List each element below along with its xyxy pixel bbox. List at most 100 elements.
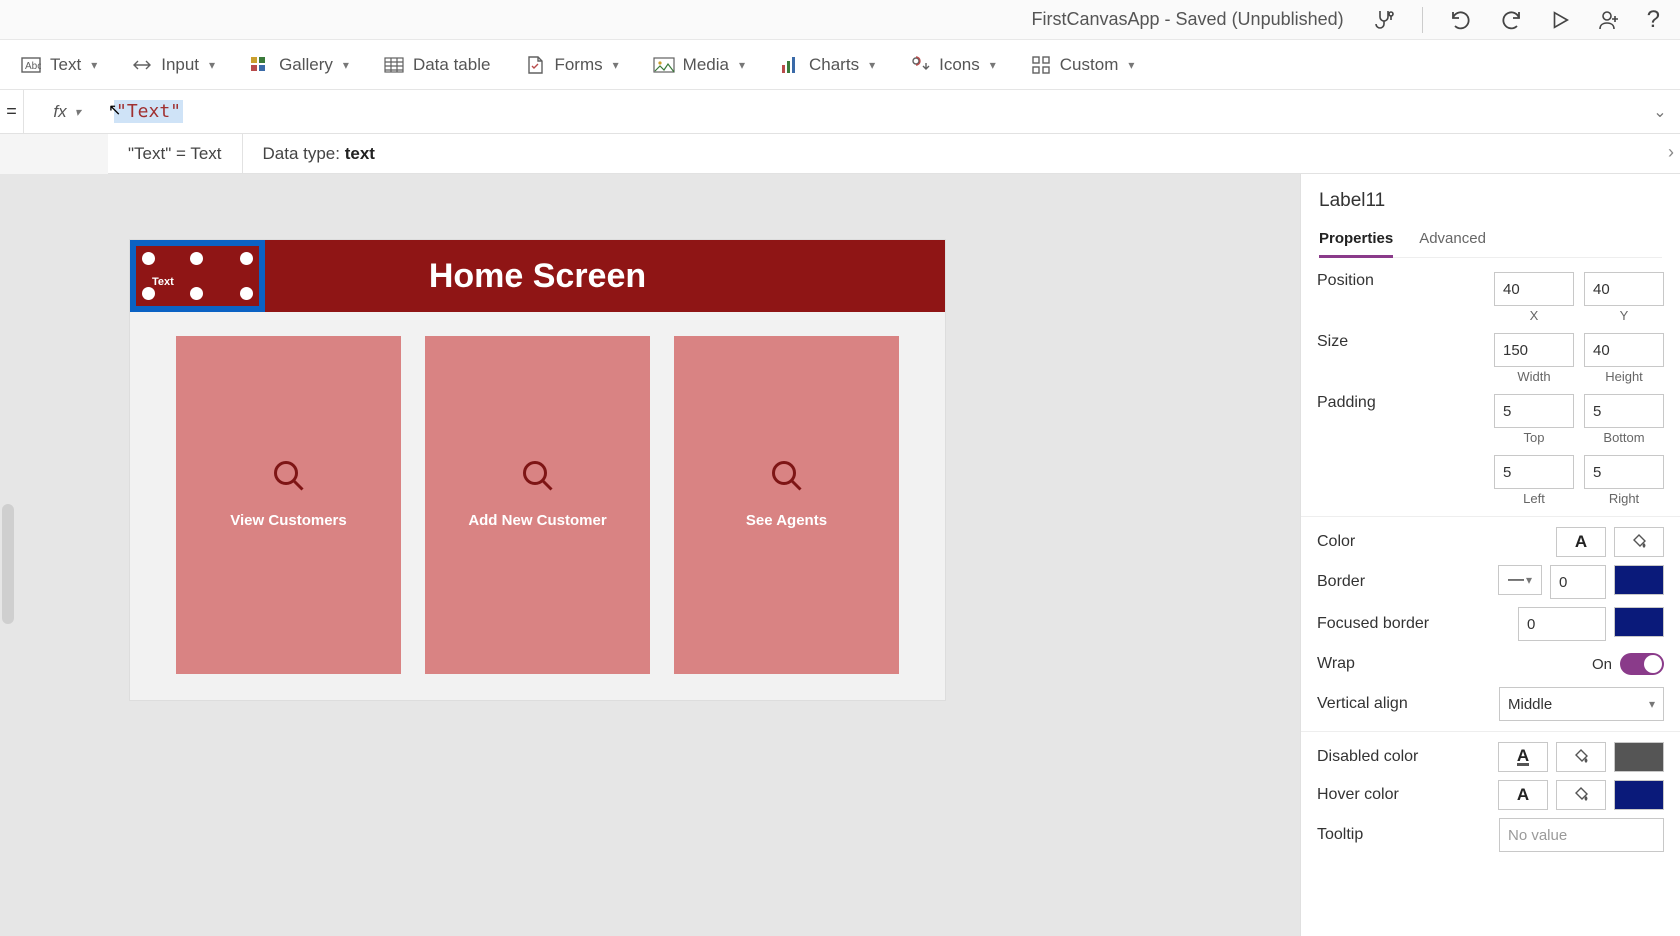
tiles-row: View Customers Add New Customer See Agen… [130, 312, 945, 674]
formula-input[interactable]: ↖ "Text" [110, 90, 1640, 133]
fill-color-button[interactable] [1614, 527, 1664, 557]
disabled-font-color[interactable]: A [1498, 742, 1548, 772]
tile-view-customers[interactable]: View Customers [176, 336, 401, 674]
chevron-down-icon: ▾ [209, 58, 215, 72]
health-icon[interactable] [1372, 8, 1396, 32]
share-icon[interactable] [1597, 8, 1621, 32]
formula-result-bar: "Text" = Text Data type: text › [108, 134, 1680, 174]
chevron-down-icon: ▾ [1128, 58, 1134, 72]
prop-padding-lr: 5Left 5Right [1301, 449, 1680, 510]
hover-fill-color[interactable] [1556, 780, 1606, 810]
tab-properties[interactable]: Properties [1319, 224, 1393, 257]
chevron-down-icon: ▾ [75, 105, 81, 119]
resize-handle[interactable] [240, 252, 253, 265]
ribbon-media[interactable]: Media▾ [653, 54, 745, 76]
tile-add-customer[interactable]: Add New Customer [425, 336, 650, 674]
tooltip-input[interactable]: No value [1499, 818, 1664, 852]
tab-advanced[interactable]: Advanced [1419, 224, 1486, 257]
ribbon-text[interactable]: Abc Text▾ [20, 54, 97, 76]
custom-icon [1030, 54, 1052, 76]
help-icon[interactable]: ? [1647, 6, 1660, 34]
prop-tooltip: Tooltip No value [1301, 814, 1680, 856]
chevron-down-icon: ▾ [990, 58, 996, 72]
border-style-select[interactable]: —▾ [1498, 565, 1542, 595]
position-y-input[interactable]: 40 [1584, 272, 1664, 306]
label-text: Text [152, 276, 174, 288]
position-x-input[interactable]: 40 [1494, 272, 1574, 306]
resize-handle[interactable] [190, 287, 203, 300]
chevron-down-icon: ▾ [1649, 697, 1655, 711]
play-icon[interactable] [1549, 9, 1571, 31]
formula-value: "Text" [114, 100, 183, 123]
ribbon-icons[interactable]: Icons▾ [909, 54, 996, 76]
prop-wrap: Wrap On [1301, 645, 1680, 683]
ribbon-datatable[interactable]: Data table [383, 54, 491, 76]
formula-expand[interactable]: ⌄ [1640, 90, 1680, 133]
prop-color: Color A [1301, 523, 1680, 561]
hover-font-color[interactable]: A [1498, 780, 1548, 810]
icons-icon [909, 54, 931, 76]
size-width-input[interactable]: 150 [1494, 333, 1574, 367]
chevron-down-icon: ⌄ [1653, 102, 1666, 122]
chevron-right-icon[interactable]: › [1668, 142, 1674, 163]
prop-position: Position 40X 40Y [1301, 266, 1680, 327]
redo-icon[interactable] [1499, 8, 1523, 32]
resize-handle[interactable] [240, 287, 253, 300]
border-width-input[interactable]: 0 [1550, 565, 1606, 599]
titlebar-actions: ? [1372, 6, 1668, 34]
app-header: Home Screen Text [130, 240, 945, 312]
font-color-button[interactable]: A [1556, 527, 1606, 557]
vertical-align-select[interactable]: Middle▾ [1499, 687, 1664, 721]
border-color-swatch[interactable] [1614, 565, 1664, 595]
formula-equals: = [0, 90, 24, 133]
canvas-area[interactable]: Home Screen Text View Customers [0, 174, 1300, 936]
resize-handle[interactable] [190, 252, 203, 265]
tile-see-agents[interactable]: See Agents [674, 336, 899, 674]
prop-size: Size 150Width 40Height [1301, 327, 1680, 388]
ribbon-gallery[interactable]: Gallery▾ [249, 54, 349, 76]
ribbon-forms[interactable]: Forms▾ [524, 54, 618, 76]
search-icon [271, 458, 307, 494]
padding-top-input[interactable]: 5 [1494, 394, 1574, 428]
forms-icon [524, 54, 546, 76]
text-icon: Abc [20, 54, 42, 76]
charts-icon [779, 54, 801, 76]
size-height-input[interactable]: 40 [1584, 333, 1664, 367]
focused-border-color-swatch[interactable] [1614, 607, 1664, 637]
prop-focused-border: Focused border 0 [1301, 603, 1680, 645]
formula-datatype: Data type: text [243, 144, 395, 164]
title-bar: FirstCanvasApp - Saved (Unpublished) ? [0, 0, 1680, 40]
disabled-fill-color[interactable] [1556, 742, 1606, 772]
datatable-icon [383, 54, 405, 76]
undo-icon[interactable] [1449, 8, 1473, 32]
gallery-icon [249, 54, 271, 76]
ribbon-input[interactable]: Input▾ [131, 54, 215, 76]
selected-control-label11[interactable]: Text [130, 240, 265, 312]
focused-border-width-input[interactable]: 0 [1518, 607, 1606, 641]
disabled-border-color[interactable] [1614, 742, 1664, 772]
hover-border-color[interactable] [1614, 780, 1664, 810]
prop-tabs: Properties Advanced [1319, 224, 1662, 258]
formula-bar: = fx ▾ ↖ "Text" ⌄ [0, 90, 1680, 134]
ribbon-custom[interactable]: Custom▾ [1030, 54, 1135, 76]
scrollbar-thumb[interactable] [2, 504, 14, 624]
ribbon-charts[interactable]: Charts▾ [779, 54, 875, 76]
divider [1301, 516, 1680, 517]
resize-handle[interactable] [142, 252, 155, 265]
padding-left-input[interactable]: 5 [1494, 455, 1574, 489]
padding-right-input[interactable]: 5 [1584, 455, 1664, 489]
chevron-down-icon: ▾ [91, 58, 97, 72]
fx-button[interactable]: fx ▾ [24, 90, 110, 133]
media-icon [653, 54, 675, 76]
divider [1301, 731, 1680, 732]
padding-bottom-input[interactable]: 5 [1584, 394, 1664, 428]
app-canvas[interactable]: Home Screen Text View Customers [130, 240, 945, 700]
search-icon [520, 458, 556, 494]
tile-label: Add New Customer [468, 512, 606, 529]
resize-handle[interactable] [142, 287, 155, 300]
properties-panel: Label11 Properties Advanced Position 40X… [1300, 174, 1680, 936]
search-icon [769, 458, 805, 494]
prop-vertical-align: Vertical align Middle▾ [1301, 683, 1680, 725]
wrap-toggle[interactable] [1620, 653, 1664, 675]
cursor-icon: ↖ [108, 100, 121, 120]
